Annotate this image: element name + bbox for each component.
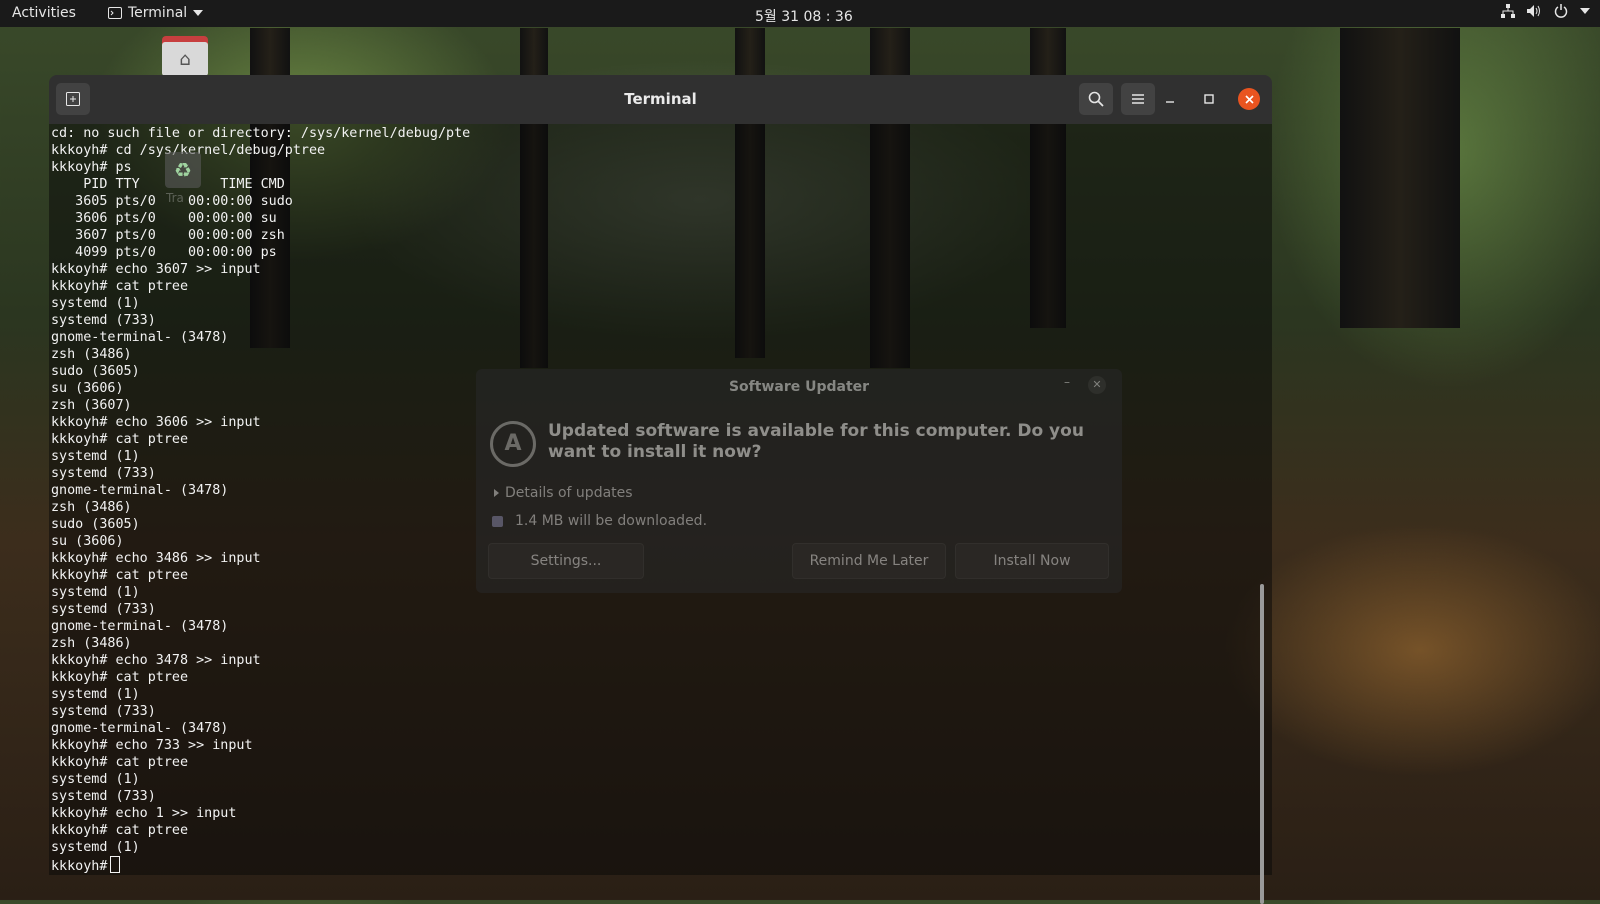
- software-updater-dialog: Software Updater – ✕ A Updated software …: [476, 369, 1122, 593]
- home-folder-icon[interactable]: ⌂: [162, 36, 208, 76]
- clock[interactable]: 5월 31 08 : 36: [755, 6, 853, 26]
- terminal-icon: [108, 7, 122, 19]
- hamburger-icon: [1132, 94, 1144, 104]
- dialog-minimize-button[interactable]: –: [1064, 375, 1070, 389]
- trash-label: Tra: [166, 191, 184, 205]
- close-icon: [1244, 94, 1254, 104]
- recycle-icon[interactable]: ♻: [165, 152, 201, 188]
- system-menu[interactable]: [1501, 4, 1590, 18]
- activities-button[interactable]: Activities: [12, 5, 76, 21]
- download-size: 1.4 MB will be downloaded.: [492, 513, 707, 529]
- house-icon: ⌂: [162, 42, 208, 76]
- minimize-icon: [1166, 101, 1174, 103]
- network-icon: [1501, 4, 1515, 18]
- dialog-title: Software Updater: [728, 379, 870, 395]
- details-expander[interactable]: Details of updates: [494, 485, 633, 501]
- package-icon: [492, 515, 503, 527]
- search-icon: [1088, 91, 1104, 107]
- minimize-button[interactable]: [1159, 88, 1181, 110]
- terminal-cursor: [110, 856, 121, 873]
- close-button[interactable]: [1238, 88, 1260, 110]
- settings-button[interactable]: Settings...: [488, 543, 644, 579]
- maximize-button[interactable]: [1198, 88, 1220, 110]
- details-label: Details of updates: [505, 485, 633, 501]
- chevron-down-icon: [193, 10, 204, 16]
- wallpaper-trunk: [1340, 28, 1460, 328]
- software-updater-icon: A: [490, 421, 536, 467]
- app-menu-label: Terminal: [128, 5, 188, 21]
- terminal-text: cd: no such file or directory: /sys/kern…: [51, 126, 471, 874]
- terminal-headerbar: Terminal: [49, 75, 1272, 124]
- app-menu[interactable]: Terminal: [108, 5, 204, 21]
- top-bar: Activities Terminal 5월 31 08 : 36: [0, 0, 1600, 27]
- menu-button[interactable]: [1121, 83, 1155, 115]
- power-icon: [1554, 4, 1568, 18]
- maximize-icon: [1204, 94, 1214, 104]
- volume-icon: [1527, 5, 1540, 17]
- search-button[interactable]: [1079, 83, 1113, 115]
- expander-arrow-icon: [494, 489, 499, 497]
- dialog-close-button[interactable]: ✕: [1088, 376, 1106, 394]
- install-now-button[interactable]: Install Now: [955, 543, 1109, 579]
- dialog-heading: Updated software is available for this c…: [548, 421, 1084, 462]
- download-size-label: 1.4 MB will be downloaded.: [515, 513, 708, 529]
- remind-me-later-button[interactable]: Remind Me Later: [792, 543, 946, 579]
- chevron-down-icon: [1580, 8, 1590, 14]
- scrollbar[interactable]: [1260, 584, 1264, 904]
